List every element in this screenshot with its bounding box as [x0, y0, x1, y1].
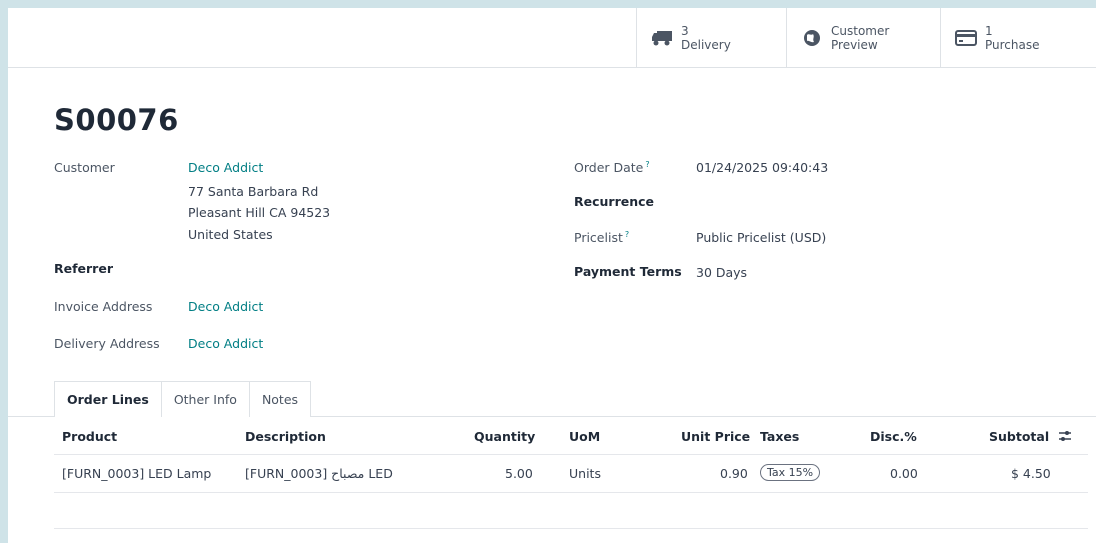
pricelist-label: Pricelist?: [574, 230, 629, 245]
preview-line2: Preview: [831, 38, 878, 52]
delivery-smart-button[interactable]: 3 Delivery: [636, 8, 786, 68]
record-title: S00076: [54, 103, 179, 137]
row-quantity[interactable]: 5.00: [505, 466, 533, 481]
col-uom[interactable]: UoM: [569, 429, 600, 444]
tab-order-lines[interactable]: Order Lines: [54, 381, 162, 417]
notebook-tabs: Order Lines Other Info Notes: [54, 381, 312, 417]
order-date-help-icon[interactable]: ?: [645, 160, 649, 169]
purchase-label: Purchase: [985, 38, 1040, 52]
col-unit-price[interactable]: Unit Price: [681, 429, 750, 444]
col-description[interactable]: Description: [245, 429, 326, 444]
address-line3: United States: [188, 227, 273, 242]
row-unit-price[interactable]: 0.90: [720, 466, 748, 481]
pricelist-value[interactable]: Public Pricelist (USD): [696, 230, 826, 245]
row-description[interactable]: [FURN_0003] مصباح LED: [245, 466, 393, 481]
payment-terms-label: Payment Terms: [574, 264, 682, 279]
column-settings-icon[interactable]: [1058, 428, 1072, 447]
col-product[interactable]: Product: [62, 429, 117, 444]
row-discount[interactable]: 0.00: [890, 466, 918, 481]
globe-icon: [801, 27, 823, 49]
col-discount[interactable]: Disc.%: [870, 429, 917, 444]
preview-line1: Customer: [831, 24, 890, 38]
tab-notes[interactable]: Notes: [248, 381, 312, 417]
smart-button-bar: 3 Delivery Customer Preview 1 Purchase: [8, 8, 1096, 68]
truck-icon: [651, 27, 673, 49]
address-line1: 77 Santa Barbara Rd: [188, 184, 319, 199]
order-date-value[interactable]: 01/24/2025 09:40:43: [696, 160, 828, 175]
recurrence-label: Recurrence: [574, 194, 655, 209]
tab-other-info[interactable]: Other Info: [160, 381, 250, 417]
header-divider: [54, 454, 1088, 455]
table-footer-divider: [54, 528, 1088, 529]
customer-link[interactable]: Deco Addict: [188, 160, 263, 175]
delivery-address-label: Delivery Address: [54, 336, 160, 351]
credit-card-icon: [955, 27, 977, 49]
referrer-label: Referrer: [54, 261, 113, 276]
purchase-count: 1: [985, 24, 993, 38]
customer-label: Customer: [54, 160, 115, 175]
row-divider: [54, 492, 1088, 493]
pricelist-help-icon[interactable]: ?: [625, 230, 629, 239]
address-line2: Pleasant Hill CA 94523: [188, 205, 331, 220]
invoice-address-label: Invoice Address: [54, 299, 153, 314]
row-tax-badge[interactable]: Tax 15%: [760, 464, 821, 481]
form-sheet: 3 Delivery Customer Preview 1 Purchase S…: [8, 8, 1096, 543]
col-subtotal[interactable]: Subtotal: [989, 429, 1049, 444]
invoice-address-link[interactable]: Deco Addict: [188, 299, 263, 314]
order-date-label-text: Order Date: [574, 160, 644, 176]
order-date-label: Order Date?: [574, 160, 650, 175]
payment-terms-value[interactable]: 30 Days: [696, 265, 747, 280]
customer-preview-smart-button[interactable]: Customer Preview: [786, 8, 940, 68]
col-quantity[interactable]: Quantity: [474, 429, 535, 444]
pricelist-label-text: Pricelist: [574, 230, 623, 246]
delivery-address-link[interactable]: Deco Addict: [188, 336, 263, 351]
delivery-label: Delivery: [681, 38, 731, 52]
row-subtotal: $ 4.50: [1011, 466, 1051, 481]
delivery-count: 3: [681, 24, 689, 38]
purchase-smart-button[interactable]: 1 Purchase: [940, 8, 1096, 68]
row-uom[interactable]: Units: [569, 466, 601, 481]
col-taxes[interactable]: Taxes: [760, 429, 799, 444]
row-product[interactable]: [FURN_0003] LED Lamp: [62, 466, 211, 481]
